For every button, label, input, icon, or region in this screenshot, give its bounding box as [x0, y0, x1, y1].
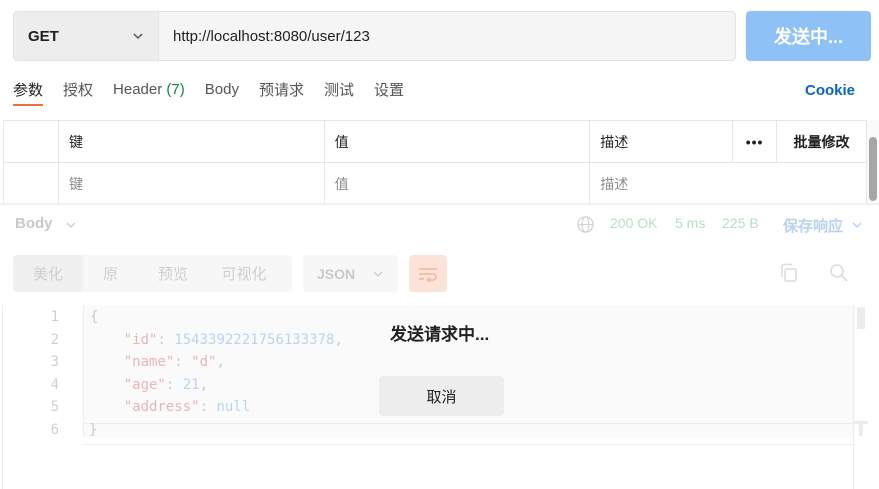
line-number: 3 — [50, 354, 59, 370]
line-number: 2 — [50, 332, 59, 348]
chevron-down-icon — [373, 270, 383, 277]
line-number: 6 — [50, 422, 59, 438]
json-key: "address" — [123, 399, 200, 415]
response-body-label[interactable]: Body — [15, 215, 53, 232]
chevron-down-icon — [133, 33, 143, 40]
cancel-button[interactable]: 取消 — [379, 376, 504, 416]
api-client-window: GET 发送中... 参数 授权 Header (7) Body 预请求 测试 … — [0, 0, 879, 489]
tab-params[interactable]: 参数 — [13, 79, 44, 106]
chevron-down-icon[interactable] — [65, 219, 77, 231]
format-pretty-button[interactable]: 美化 — [13, 255, 83, 292]
active-line — [83, 423, 855, 445]
editor-left-border — [2, 305, 3, 489]
save-response-button[interactable]: 保存响应 — [783, 215, 843, 236]
json-value: 1543392221756133378 — [174, 332, 335, 348]
json-key: "age" — [123, 377, 166, 393]
code-line: "address": null — [123, 399, 251, 415]
method-select[interactable]: GET — [14, 12, 159, 60]
format-preview-button[interactable]: 预览 — [138, 263, 208, 284]
json-key: "id" — [123, 332, 158, 348]
code-line: { — [90, 309, 98, 325]
text-cursor-icon: T — [854, 417, 868, 441]
tab-header[interactable]: Header (7) — [113, 81, 185, 104]
header-count: (7) — [166, 80, 185, 98]
response-size[interactable]: 225 B — [722, 215, 759, 231]
wrap-lines-button[interactable] — [409, 255, 447, 292]
format-raw-button[interactable]: 原 — [83, 263, 138, 284]
tab-auth[interactable]: 授权 — [63, 79, 93, 106]
header-description: 描述 — [589, 120, 734, 163]
table-row: 键 值 描述 — [3, 162, 867, 205]
params-table-header: 键 值 描述 ••• 批量修改 — [3, 120, 867, 163]
tab-settings-label: 设置 — [373, 81, 404, 99]
json-key: "name" — [123, 354, 175, 370]
row-checkbox-cell — [3, 162, 59, 205]
header-checkbox-cell — [3, 120, 59, 163]
tab-header-label: Header — [113, 80, 163, 98]
tab-body-label: Body — [204, 80, 239, 98]
bulk-edit-button[interactable]: 批量修改 — [776, 120, 867, 163]
tab-pre-request[interactable]: 预请求 — [259, 79, 304, 106]
json-close-brace: } — [89, 422, 98, 438]
tab-auth-label: 授权 — [63, 81, 94, 99]
tab-params-label: 参数 — [13, 81, 44, 99]
json-open-brace: { — [90, 309, 99, 325]
search-icon[interactable] — [828, 262, 850, 284]
chevron-down-icon[interactable] — [851, 219, 863, 231]
status-code[interactable]: 200 OK — [610, 215, 657, 231]
json-value: 21 — [182, 377, 200, 393]
send-button[interactable]: 发送中... — [746, 11, 871, 61]
response-time[interactable]: 5 ms — [675, 215, 705, 231]
tab-settings[interactable]: 设置 — [374, 79, 404, 106]
request-tabs: 参数 授权 Header (7) Body 预请求 测试 设置 — [13, 77, 424, 107]
format-visualize-button[interactable]: 可视化 — [208, 263, 280, 284]
format-type-select[interactable]: JSON — [303, 255, 398, 292]
request-bar: GET — [13, 11, 736, 61]
key-input[interactable]: 键 — [57, 162, 325, 205]
line-number: 1 — [50, 309, 59, 325]
params-scrollbar-thumb[interactable] — [869, 137, 877, 201]
more-options-button[interactable]: ••• — [732, 120, 778, 163]
copy-icon[interactable] — [778, 262, 800, 284]
globe-icon[interactable] — [576, 215, 595, 234]
format-type-label: JSON — [317, 265, 356, 282]
json-value: null — [216, 399, 251, 415]
header-key: 键 — [57, 120, 325, 163]
line-number: 5 — [50, 399, 59, 415]
editor-right-border — [853, 305, 854, 489]
code-line: "name": "d", — [123, 354, 225, 370]
code-line: } — [89, 422, 97, 438]
tab-tests-label: 测试 — [323, 81, 354, 99]
json-value: "d" — [191, 354, 217, 370]
code-line: "age": 21, — [123, 377, 209, 393]
description-input[interactable]: 描述 — [589, 162, 867, 205]
url-input[interactable] — [159, 12, 735, 60]
format-button-group: 美化 原 预览 可视化 — [13, 255, 292, 292]
wrap-lines-icon — [419, 267, 437, 282]
line-number: 4 — [50, 377, 59, 393]
method-label: GET — [28, 27, 59, 45]
params-table: 键 值 描述 ••• 批量修改 键 值 描述 — [3, 120, 867, 205]
code-line: "id": 1543392221756133378, — [123, 332, 343, 348]
sending-message: 发送请求中... — [390, 325, 490, 344]
response-panel: Body 200 OK 5 ms 225 B 保存响应 美化 原 预览 可视化 … — [0, 205, 879, 489]
value-input[interactable]: 值 — [323, 162, 591, 205]
header-value: 值 — [323, 120, 591, 163]
tab-body[interactable]: Body — [205, 81, 239, 104]
tab-pre-request-label: 预请求 — [258, 81, 304, 99]
cookie-link[interactable]: Cookie — [805, 82, 855, 99]
tab-tests[interactable]: 测试 — [324, 79, 354, 106]
editor-scrollbar[interactable] — [857, 307, 865, 329]
